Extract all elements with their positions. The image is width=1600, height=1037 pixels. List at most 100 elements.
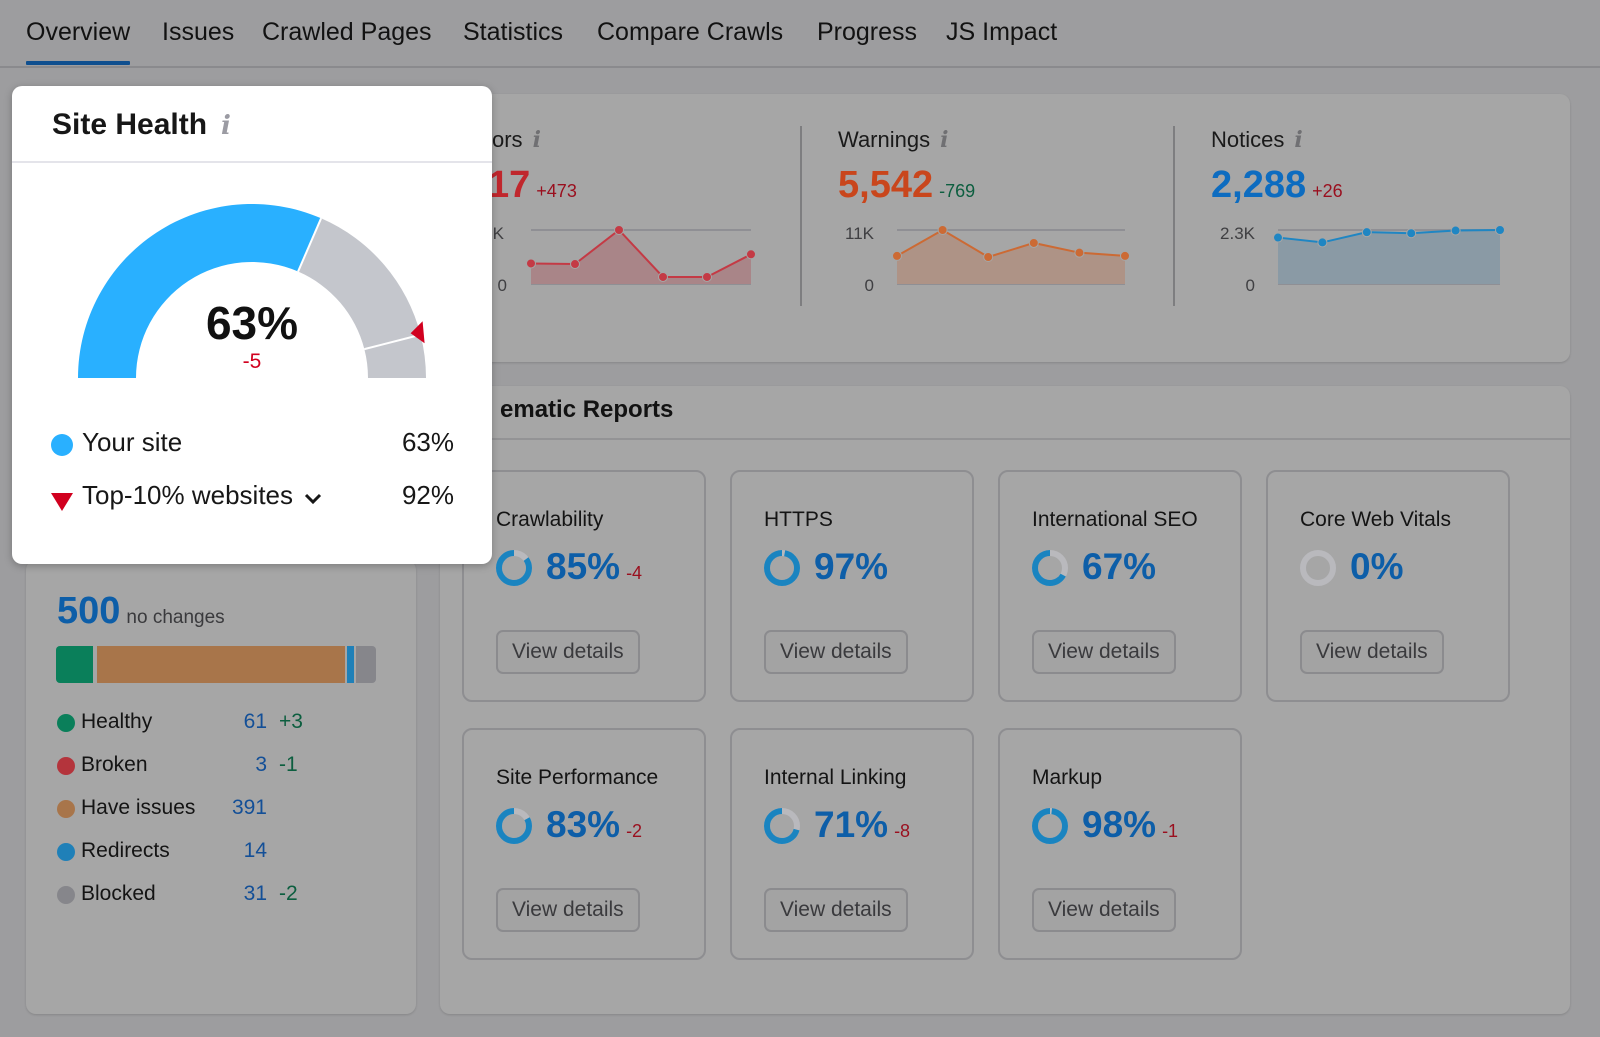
report-delta: -8 (894, 821, 911, 841)
info-icon[interactable]: i (221, 111, 231, 141)
legend-your-site: Your site 63% (50, 427, 454, 457)
donut-track (1300, 550, 1336, 586)
sparkline-point (1317, 237, 1328, 248)
legend-row-redirects[interactable]: Redirects 14 (57, 839, 357, 865)
donut-chart-icon (764, 550, 800, 586)
view-details-button[interactable]: View details (764, 630, 908, 674)
report-card-https[interactable]: HTTPS 97% View details (730, 470, 974, 702)
sparkline-point (983, 252, 994, 262)
tab-statistics[interactable]: Statistics (463, 18, 563, 61)
sparkline-point (570, 259, 580, 270)
notices-block[interactable]: Notices i 2,288 +26 2.3K 0 (1175, 94, 1570, 362)
sparkline-area (531, 230, 751, 284)
legend-row-healthy[interactable]: Healthy 61 +3 (57, 710, 357, 736)
errors-block[interactable]: ors i 17 +473 K 0 (470, 94, 800, 362)
warnings-block[interactable]: Warnings i 5,542 -769 11K 0 (802, 94, 1174, 362)
report-score: 71% -8 (814, 804, 910, 846)
bar-segment-have-issues[interactable] (97, 646, 348, 683)
donut-chart-icon (1032, 550, 1068, 586)
warnings-label-text: Warnings (838, 127, 931, 152)
sparkline-point (1450, 225, 1461, 236)
view-details-button[interactable]: View details (1032, 888, 1176, 932)
view-details-button[interactable]: View details (496, 630, 640, 674)
warnings-count[interactable]: 5,542 -769 (838, 164, 975, 207)
crawled-pages-count: 500 (57, 590, 121, 632)
report-name: International SEO (1032, 508, 1198, 531)
report-value: 83% (546, 804, 621, 845)
view-details-button[interactable]: View details (496, 888, 640, 932)
site-health-card: Site Health i 63% -5 Your site 63% Top-10… (12, 86, 492, 564)
report-score: 83% -2 (546, 804, 642, 846)
sparkline-point (1074, 247, 1085, 258)
dot-icon (57, 800, 75, 818)
errors-label: ors i (492, 127, 541, 153)
report-value: 97% (814, 546, 889, 587)
chevron-down-icon[interactable] (303, 482, 323, 513)
report-card-core-web-vitals[interactable]: Core Web Vitals 0% View details (1266, 470, 1510, 702)
legend-count[interactable]: 31 (244, 882, 267, 906)
crawled-pages-subtitle: no changes (126, 607, 225, 628)
notices-ymin-label: 0 (1245, 276, 1255, 295)
view-details-button[interactable]: View details (1032, 630, 1176, 674)
dot-icon (57, 886, 75, 904)
sparkline-point (1028, 237, 1039, 248)
divider (12, 161, 492, 163)
legend-count[interactable]: 14 (244, 839, 267, 863)
view-details-button[interactable]: View details (764, 888, 908, 932)
report-score: 67% (1082, 546, 1162, 588)
thematic-reports-panel: ematic Reports Crawlability 85% -4 View d… (440, 386, 1570, 1014)
errors-count[interactable]: 17 +473 (488, 164, 577, 207)
report-card-internal-linking[interactable]: Internal Linking 71% -8 View details (730, 728, 974, 960)
legend-count[interactable]: 3 (255, 753, 267, 777)
report-delta: -2 (626, 821, 643, 841)
report-card-crawlability[interactable]: Crawlability 85% -4 View details (462, 470, 706, 702)
tab-issues[interactable]: Issues (162, 18, 234, 61)
notices-sparkline (1273, 225, 1505, 285)
sparkline-point (1406, 228, 1417, 239)
tab-compare-crawls[interactable]: Compare Crawls (597, 18, 783, 61)
dot-icon (57, 843, 75, 861)
report-value: 71% (814, 804, 889, 845)
report-card-site-performance[interactable]: Site Performance 83% -2 View details (462, 728, 706, 960)
donut-chart-icon (1032, 808, 1068, 844)
report-card-markup[interactable]: Markup 98% -1 View details (998, 728, 1242, 960)
report-card-international-seo[interactable]: International SEO 67% View details (998, 470, 1242, 702)
bar-segment-blocked[interactable] (356, 646, 376, 683)
legend-row-have-issues[interactable]: Have issues 391 (57, 796, 357, 822)
tab-progress[interactable]: Progress (817, 18, 917, 61)
info-icon[interactable]: i (940, 127, 948, 153)
sparkline-point (746, 249, 756, 260)
report-value: 0% (1350, 546, 1404, 587)
info-icon[interactable]: i (533, 127, 541, 153)
legend-value: 92% (401, 480, 454, 510)
view-details-button[interactable]: View details (1300, 630, 1444, 674)
legend-top10-websites[interactable]: Top-10% websites 92% (50, 480, 454, 513)
legend-row-blocked[interactable]: Blocked 31 -2 (57, 882, 357, 908)
legend-label: Healthy (81, 710, 153, 733)
sparkline-point (658, 271, 668, 282)
errors-delta: +473 (536, 181, 577, 201)
site-health-delta: -5 (242, 350, 262, 373)
sparkline-point (1361, 227, 1372, 238)
bar-segment-redirects[interactable] (347, 646, 357, 683)
donut-chart-icon (764, 808, 800, 844)
legend-row-broken[interactable]: Broken 3 -1 (57, 753, 357, 779)
report-name: Markup (1032, 766, 1103, 789)
divider (440, 438, 1570, 440)
notices-count[interactable]: 2,288 +26 (1211, 164, 1343, 207)
report-delta: -4 (626, 563, 643, 583)
sparkline-point (1495, 225, 1505, 235)
legend-count[interactable]: 61 (244, 710, 267, 734)
legend-value: 63% (401, 427, 454, 457)
tab-overview[interactable]: Overview (26, 18, 131, 65)
tab-crawled-pages[interactable]: Crawled Pages (262, 18, 432, 61)
report-value: 98% (1082, 804, 1157, 845)
info-icon[interactable]: i (1294, 127, 1302, 153)
tab-js-impact[interactable]: JS Impact (946, 18, 1057, 61)
sparkline-point (614, 225, 624, 235)
report-score: 85% -4 (546, 546, 642, 588)
bar-segment-healthy[interactable] (56, 646, 96, 683)
legend-label: Your site (82, 427, 183, 457)
crawled-pages-total[interactable]: 500 no changes (57, 590, 225, 633)
legend-count[interactable]: 391 (232, 796, 267, 820)
